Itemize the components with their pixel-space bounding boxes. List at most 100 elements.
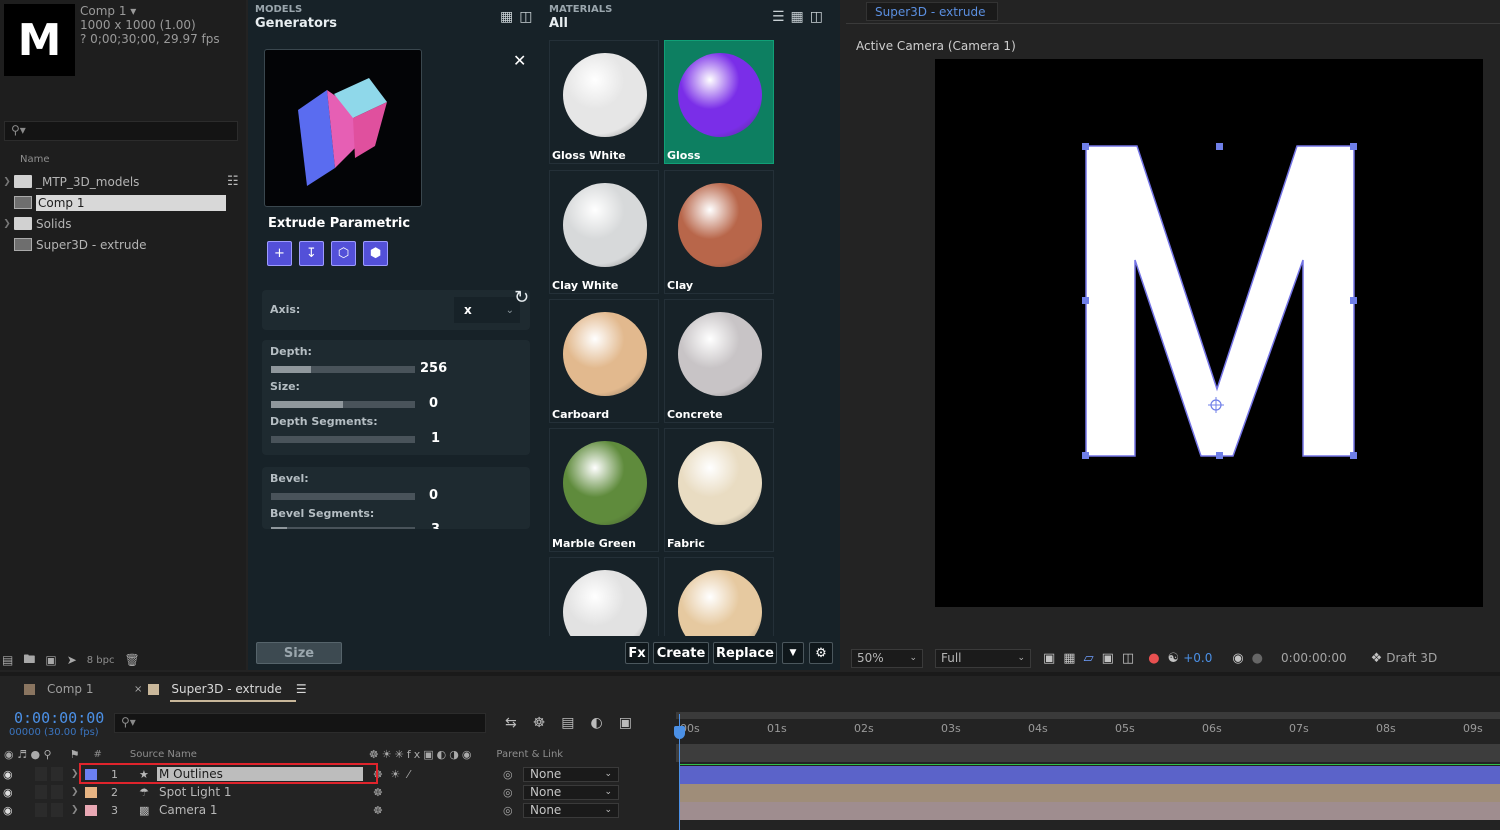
comp-name-dropdown[interactable]: Comp 1 ▾ (80, 4, 136, 18)
layer-switches[interactable]: ☸ (373, 786, 493, 799)
mask-visibility-icon[interactable]: ▱ (1084, 651, 1094, 666)
depth-segments-value[interactable]: 1 (431, 431, 440, 446)
material-gloss-white[interactable]: Gloss White (549, 40, 659, 164)
create-button[interactable]: Create (653, 642, 709, 664)
tab-comp-1[interactable]: Comp 1 (24, 682, 93, 696)
cube-icon[interactable]: ⬡ (331, 241, 356, 266)
bevel-segments-value[interactable]: 3 (431, 522, 440, 529)
expand-arrow-icon[interactable]: ❯ (0, 219, 14, 229)
axis-select[interactable]: x ⌄ (454, 297, 520, 323)
graph-editor-icon[interactable]: ▣ (619, 715, 632, 731)
viewer-timecode[interactable]: 0:00:00:00 (1281, 651, 1347, 665)
parent-select[interactable]: None ⌄ (523, 766, 619, 782)
name-column-header[interactable]: Name (20, 154, 50, 165)
viewer-tab[interactable]: Super3D - extrude (866, 2, 998, 21)
solo-switch[interactable] (35, 767, 47, 781)
models-view-icons[interactable]: ▦◫ (500, 9, 538, 25)
expand-arrow-icon[interactable]: ❯ (71, 787, 81, 797)
interpret-footage-icon[interactable]: ▤ (2, 653, 13, 667)
project-item-solids[interactable]: ❯ Solids (0, 213, 246, 234)
channel-icon[interactable]: ● (1148, 651, 1159, 666)
renderer-label[interactable]: Draft 3D (1386, 651, 1437, 665)
solo-switch[interactable] (35, 803, 47, 817)
project-search-input[interactable]: ⚲▾ (4, 121, 238, 141)
layer-bar-spot-light[interactable] (680, 784, 1500, 802)
size-slider[interactable] (271, 401, 415, 408)
new-folder-icon[interactable]: 🖿 (23, 650, 35, 671)
depth-segments-slider[interactable] (271, 436, 415, 443)
transparency-grid-icon[interactable]: ▦ (1063, 651, 1075, 666)
layer-row[interactable]: ◉ ❯ 3 ▩ Camera 1 ☸ ◎ None ⌄ (0, 801, 676, 819)
frame-blending-icon[interactable]: ▤ (561, 715, 574, 731)
color-management-icon[interactable]: ☯ (1168, 651, 1180, 666)
source-name-header[interactable]: Source Name (130, 749, 197, 760)
solo-switch[interactable] (35, 785, 47, 799)
project-item-comp-1[interactable]: Comp 1 (0, 192, 246, 213)
camera-snapshot-icon[interactable]: ◉ (1232, 651, 1243, 666)
region-of-interest-icon[interactable]: ▣ (1043, 651, 1055, 666)
visibility-header-icon[interactable]: ◉ ♬ ● ⚲ (4, 748, 52, 761)
close-icon[interactable]: × (134, 684, 142, 695)
materials-tab-label[interactable]: MATERIALS (549, 4, 612, 15)
layer-search-input[interactable]: ⚲▾ (114, 713, 486, 733)
models-category[interactable]: Generators (255, 16, 337, 31)
label-color-swatch[interactable] (85, 786, 97, 798)
materials-view-icons[interactable]: ☰▦◫ (772, 9, 829, 25)
layer-switches[interactable]: ☸ (373, 804, 493, 817)
hash-header[interactable]: # (93, 749, 101, 760)
expand-arrow-icon[interactable]: ❯ (71, 805, 81, 815)
eye-icon[interactable]: ◉ (3, 786, 17, 799)
resolution-select[interactable]: Full ⌄ (935, 648, 1031, 668)
material-marble-green[interactable]: Marble Green (549, 428, 659, 552)
switches-header-icons[interactable]: ☸☀✳fx▣◐◑◉ (369, 748, 475, 761)
time-navigator[interactable] (676, 712, 1500, 719)
material-concrete[interactable]: Concrete (664, 299, 774, 423)
renderer-icon[interactable]: ❖ (1371, 651, 1383, 666)
size-value[interactable]: 0 (429, 396, 438, 411)
project-item-mtp-models[interactable]: ❯ _MTP_3D_models (0, 171, 246, 192)
playhead-handle[interactable] (674, 726, 685, 739)
bit-depth-button[interactable]: 8 bpc (87, 655, 115, 666)
composition-mini-flowchart-icon[interactable]: ⇆ (505, 715, 517, 731)
material-carboard[interactable]: Carboard (549, 299, 659, 423)
motion-blur-icon[interactable]: ◐ (591, 715, 603, 731)
label-color-swatch[interactable] (85, 804, 97, 816)
layer-switches[interactable]: ☸ ☀ ⁄ (373, 768, 493, 781)
project-item-super3d-extrude[interactable]: Super3D - extrude (0, 234, 246, 255)
parent-select[interactable]: None ⌄ (523, 802, 619, 818)
depth-slider[interactable] (271, 366, 415, 373)
replace-button[interactable]: Replace (713, 642, 777, 664)
delete-icon[interactable]: 🗑 (125, 653, 140, 667)
parent-link-header[interactable]: Parent & Link (496, 749, 563, 760)
tab-super3d-extrude[interactable]: × Super3D - extrude ☰ (134, 682, 307, 696)
generator-preview[interactable] (264, 49, 422, 207)
models-tab-label[interactable]: MODELS (255, 4, 302, 15)
bevel-segments-slider[interactable] (271, 527, 415, 529)
exposure-value[interactable]: +0.0 (1183, 651, 1212, 665)
eye-icon[interactable]: ◉ (3, 768, 17, 781)
eye-icon[interactable]: ◉ (3, 804, 17, 817)
add-icon[interactable]: + (267, 241, 292, 266)
dropdown-arrow-icon[interactable]: ▼ (782, 642, 804, 664)
bevel-slider[interactable] (271, 493, 415, 500)
label-header-icon[interactable]: ⚑ (70, 748, 80, 761)
lock-switch[interactable] (51, 785, 63, 799)
settings-icon[interactable]: ⚙ (809, 642, 833, 664)
safe-margins-icon[interactable]: ▣ (1102, 651, 1114, 666)
layer-bar-camera[interactable] (680, 802, 1500, 820)
layer-row[interactable]: ◉ ❯ 2 ☂ Spot Light 1 ☸ ◎ None ⌄ (0, 783, 676, 801)
depth-value[interactable]: 256 (420, 361, 447, 376)
new-composition-icon[interactable]: ▣ (45, 653, 56, 667)
fx-button[interactable]: Fx (625, 642, 649, 664)
layer-bar-m-outlines[interactable] (680, 766, 1500, 784)
viewer-canvas[interactable] (935, 59, 1483, 607)
bevel-value[interactable]: 0 (429, 488, 438, 503)
show-snapshot-icon[interactable]: ● (1252, 651, 1263, 666)
lock-switch[interactable] (51, 803, 63, 817)
draft-3d-icon[interactable]: ☸ (533, 715, 546, 731)
layer-name[interactable]: Spot Light 1 (157, 785, 363, 799)
import-icon[interactable]: ↧ (299, 241, 324, 266)
grid-icon[interactable]: ◫ (1122, 651, 1134, 666)
material-marble-white[interactable] (549, 557, 659, 636)
material-fabric[interactable]: Fabric (664, 428, 774, 552)
